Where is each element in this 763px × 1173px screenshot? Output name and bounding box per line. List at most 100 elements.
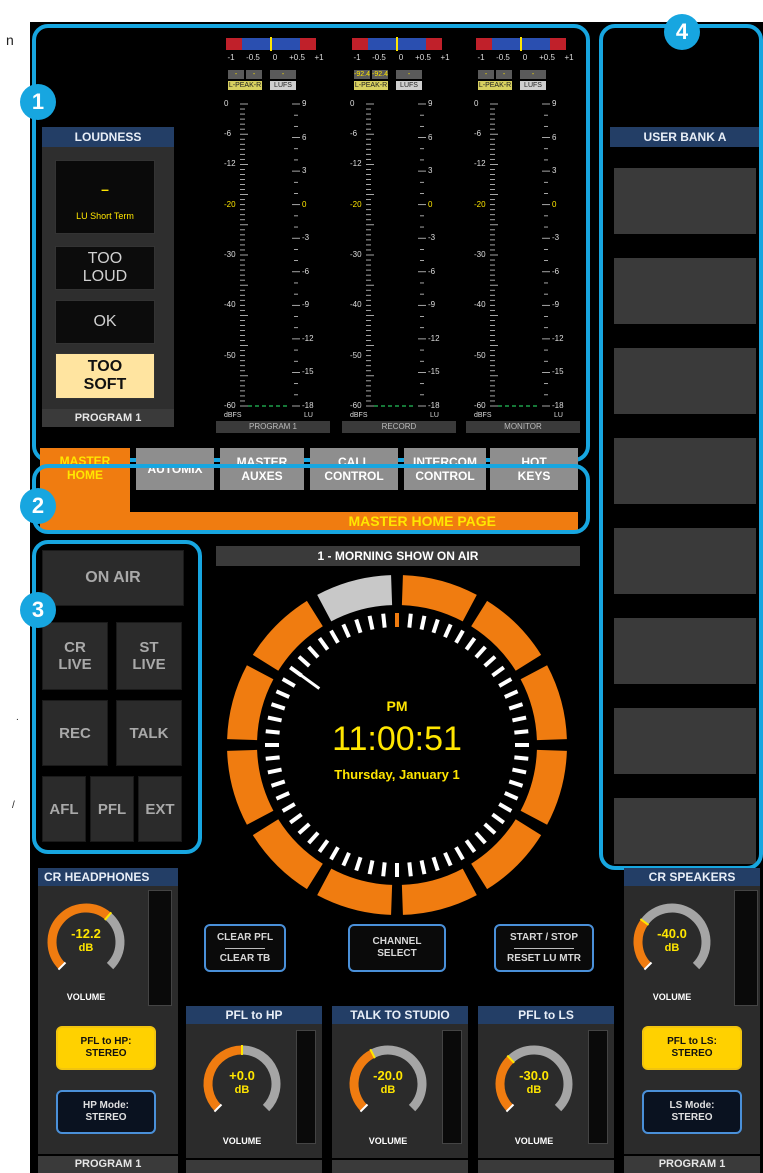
small-knob-unit: dB [380, 1084, 396, 1096]
clock-second-dot-lit [317, 839, 330, 853]
small-knob-footer [332, 1160, 468, 1173]
cr-speakers-value: -40.0 [657, 926, 687, 941]
clock-second-dot-lit [508, 779, 524, 788]
small-knob-footer [186, 1160, 322, 1173]
clock-second-dot-lit [443, 851, 453, 867]
clock-second-dot-lit [431, 856, 440, 872]
clock-second-dot-lit [483, 822, 497, 835]
divider [225, 947, 265, 949]
clock-second-dot-lit [419, 615, 427, 630]
clock-second-dot-lit [454, 846, 465, 861]
clock-second-dot-lit [354, 856, 363, 872]
small-knob-footer [478, 1160, 614, 1173]
small-knob-header: PFL to HP [186, 1006, 322, 1024]
clock-second-dot-lit [341, 851, 351, 867]
clear-tb-label: CLEAR TB [219, 952, 271, 964]
clock-hour-segment [520, 749, 567, 825]
clock-second-dot-lit [419, 860, 427, 875]
small-knob-unit: dB [526, 1084, 542, 1096]
clock-second-dot [297, 655, 311, 668]
small-knob-meter-strip [296, 1030, 316, 1144]
small-knob-volume-label: VOLUME [514, 1136, 554, 1146]
clock-second-dot [307, 645, 320, 659]
channel-select-label: CHANNEL SELECT [372, 936, 422, 959]
pfl-to-hp-button[interactable]: PFL to HP: STEREO [56, 1026, 156, 1070]
highlight-region-4 [599, 24, 763, 870]
cr-headphones-volume-label: VOLUME [66, 992, 106, 1002]
clock-second-dot-lit [498, 677, 513, 688]
clock-second-dot-lit [443, 623, 453, 639]
pfl-to-ls-button[interactable]: PFL to LS: STEREO [642, 1026, 742, 1070]
cr-headphones-value: -12.2 [71, 926, 101, 941]
divider [514, 947, 574, 949]
cr-speakers-footer: PROGRAM 1 [624, 1156, 760, 1173]
small-knob-volume-label: VOLUME [222, 1136, 262, 1146]
start-stop-label: START / STOP [510, 931, 578, 943]
clock-second-dot-lit [289, 812, 303, 825]
channel-select-button[interactable]: CHANNEL SELECT [348, 924, 446, 972]
clock-hour-segment [252, 600, 323, 671]
clock-hour-segment [401, 868, 477, 915]
reset-lu-label: RESET LU MTR [507, 952, 581, 964]
clock-ampm: PM [386, 698, 408, 714]
clock-hour-segment [227, 749, 274, 825]
ls-mode-button[interactable]: LS Mode: STEREO [642, 1090, 742, 1134]
clear-pfl-label: CLEAR PFL [216, 931, 274, 943]
cr-speakers-volume-label: VOLUME [652, 992, 692, 1002]
clock-second-dot [354, 618, 363, 634]
clock-second-dot-lit [281, 677, 296, 688]
show-title: 1 - MORNING SHOW ON AIR [317, 549, 479, 563]
clock-second-dot-lit [381, 862, 387, 877]
clock-second-dot [367, 615, 375, 630]
clock-second-dot-lit [307, 831, 320, 845]
small-knob-value: -20.0 [373, 1068, 403, 1083]
small-knob-volume-label: VOLUME [368, 1136, 408, 1146]
cr-headphones-meter-strip [148, 890, 172, 1006]
clock-second-dot-lit [431, 618, 440, 634]
clock-second-dot-lit [270, 779, 286, 788]
clock-hour-segment [471, 600, 542, 671]
clock-second-dot-lit [281, 802, 296, 813]
clock-second-dot-lit [491, 812, 505, 825]
clock-second-dot [329, 629, 340, 644]
clock-hour-segment [401, 575, 477, 622]
clock-second-dot-lit [474, 645, 487, 659]
show-title-bar: 1 - MORNING SHOW ON AIR [216, 546, 580, 566]
clock-second-dot [381, 613, 387, 628]
highlight-region-2 [32, 464, 590, 534]
clock-second-dot-lit [454, 629, 465, 644]
cr-headphones-unit: dB [78, 942, 94, 954]
small-knob-header: PFL to LS [478, 1006, 614, 1024]
clock-second-dot-lit [503, 791, 519, 801]
small-knob-header: TALK TO STUDIO [332, 1006, 468, 1024]
badge-2: 2 [20, 488, 56, 524]
cr-headphones-header: CR HEADPHONES [38, 868, 178, 886]
small-knob-unit: dB [234, 1084, 250, 1096]
badge-4: 4 [664, 14, 700, 50]
clock-second-dot-lit [464, 839, 477, 853]
badge-3: 3 [20, 592, 56, 628]
start-stop-reset-button[interactable]: START / STOP RESET LU MTR [494, 924, 594, 972]
clock-second-dot [317, 637, 330, 651]
clock-second-dot-lit [329, 846, 340, 861]
small-knob-meter-strip [442, 1030, 462, 1144]
clock-second-dot-lit [503, 689, 519, 699]
clear-pfl-tb-button[interactable]: CLEAR PFL CLEAR TB [204, 924, 286, 972]
clock-second-dot-lit [483, 655, 497, 668]
clock-second-dot-lit [407, 613, 413, 628]
small-knob-meter-strip [588, 1030, 608, 1144]
small-knob-value: -30.0 [519, 1068, 549, 1083]
clock-second-hand [294, 669, 321, 690]
hp-mode-button[interactable]: HP Mode: STEREO [56, 1090, 156, 1134]
cr-speakers-meter-strip [734, 890, 758, 1006]
highlight-region-3 [32, 540, 202, 854]
clock-second-dot [341, 623, 351, 639]
clock-date: Thursday, January 1 [334, 767, 460, 782]
clock-second-dot-lit [297, 822, 311, 835]
clock-hour-segment [317, 575, 393, 622]
clock-hour-segment [471, 819, 542, 890]
clock-second-dot-lit [367, 860, 375, 875]
clock-time: 11:00:51 [332, 720, 462, 758]
cr-speakers-header: CR SPEAKERS [624, 868, 760, 886]
highlight-region-1 [32, 24, 590, 462]
